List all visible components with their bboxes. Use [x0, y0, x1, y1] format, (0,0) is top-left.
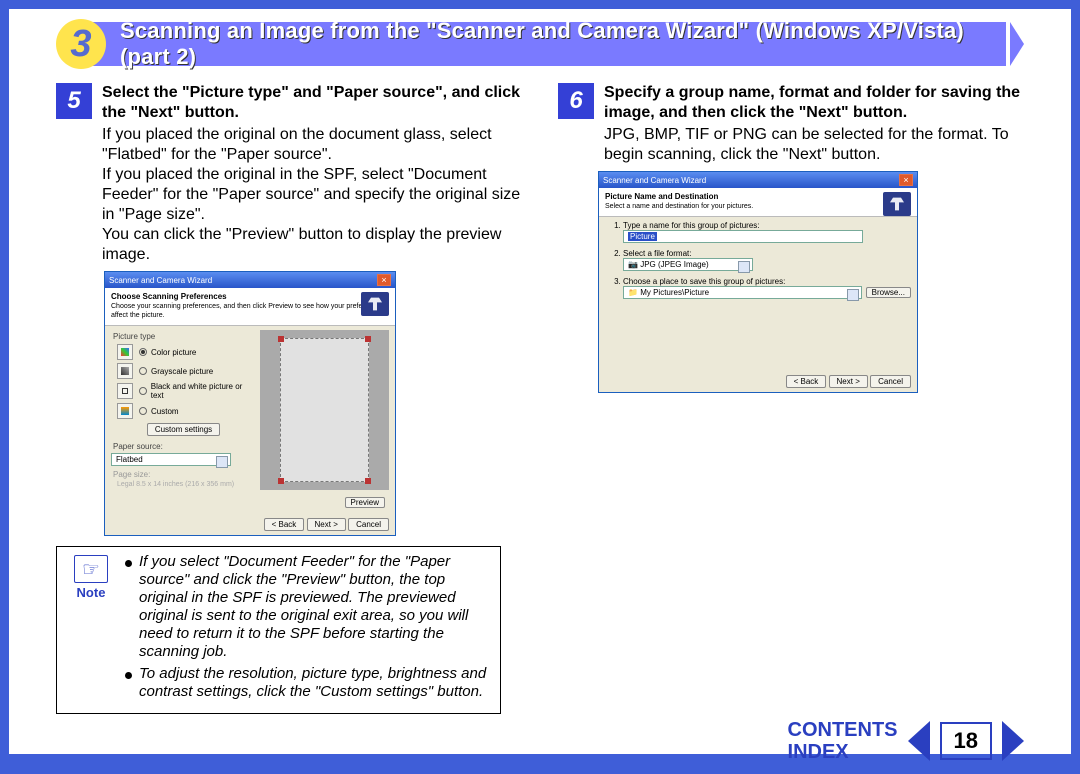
paper-source-label: Paper source: [113, 442, 256, 451]
radio-custom-label: Custom [151, 407, 179, 416]
note-bullet: If you select "Document Feeder" for the … [125, 553, 490, 661]
note-label: Note [77, 585, 106, 600]
step6-heading: Specify a group name, format and folder … [604, 83, 1024, 123]
index-link[interactable]: INDEX [788, 742, 898, 762]
dialog-section-subtitle: Choose your scanning preferences, and th… [111, 303, 383, 319]
pointing-hand-icon: ☞ [74, 555, 108, 583]
radio-custom[interactable] [139, 407, 147, 415]
step-number-badge: 6 [558, 83, 594, 119]
q3-label: Choose a place to save this group of pic… [623, 277, 911, 286]
step5-text: You can click the "Preview" button to di… [102, 225, 522, 265]
step5-heading: Select the "Picture type" and "Paper sou… [102, 83, 522, 123]
scanner-icon [361, 292, 389, 316]
next-page-button[interactable] [1002, 721, 1024, 761]
chapter-badge: 3 [56, 19, 106, 69]
radio-color-label: Color picture [151, 348, 196, 357]
chapter-title: Scanning an Image from the "Scanner and … [80, 22, 1006, 66]
radio-grayscale-label: Grayscale picture [151, 367, 213, 376]
nav-links: CONTENTS INDEX [788, 720, 898, 762]
contents-link[interactable]: CONTENTS [788, 720, 898, 740]
dialog-title: Scanner and Camera Wizard [603, 176, 706, 185]
dialog-section-title: Choose Scanning Preferences [111, 292, 227, 301]
radio-bw[interactable] [139, 387, 147, 395]
dialog-section-title: Picture Name and Destination [605, 192, 718, 201]
step5-text: If you placed the original on the docume… [102, 125, 522, 165]
picture-type-label: Picture type [113, 332, 256, 341]
radio-grayscale[interactable] [139, 367, 147, 375]
note-bullet: To adjust the resolution, picture type, … [125, 665, 490, 701]
back-button[interactable]: < Back [264, 518, 305, 531]
bw-icon [117, 383, 133, 399]
note-box: ☞ Note If you select "Document Feeder" f… [56, 546, 501, 714]
dialog-screenshot: Scanner and Camera Wizard × Picture Name… [598, 171, 918, 393]
back-button[interactable]: < Back [786, 375, 827, 388]
cancel-button[interactable]: Cancel [348, 518, 389, 531]
step5-text: If you placed the original in the SPF, s… [102, 165, 522, 225]
radio-bw-label: Black and white picture or text [151, 382, 256, 400]
group-name-input[interactable]: Picture [623, 230, 863, 243]
next-button[interactable]: Next > [829, 375, 868, 388]
scanner-icon [883, 192, 911, 216]
paper-source-select[interactable]: Flatbed [111, 453, 231, 466]
dialog-title: Scanner and Camera Wizard [109, 276, 212, 285]
q2-label: Select a file format: [623, 249, 911, 258]
file-format-select[interactable]: 📷 JPG (JPEG Image) [623, 258, 753, 271]
page-size-label: Page size: [113, 470, 256, 479]
chevron-right-icon [1010, 22, 1024, 66]
step6-text: JPG, BMP, TIF or PNG can be selected for… [604, 125, 1024, 165]
folder-select[interactable]: 📁 My Pictures\Picture [623, 286, 862, 299]
next-button[interactable]: Next > [307, 518, 346, 531]
color-icon [117, 344, 133, 360]
page-number: 18 [940, 722, 992, 760]
prev-page-button[interactable] [908, 721, 930, 761]
step-number-badge: 5 [56, 83, 92, 119]
dialog-screenshot: Scanner and Camera Wizard × Choose Scann… [104, 271, 396, 536]
title-bar: 3 Scanning an Image from the "Scanner an… [56, 19, 1024, 69]
close-icon: × [899, 174, 913, 186]
q1-label: Type a name for this group of pictures: [623, 221, 911, 230]
dialog-section-subtitle: Select a name and destination for your p… [605, 203, 753, 210]
preview-button[interactable]: Preview [345, 497, 385, 508]
cancel-button[interactable]: Cancel [870, 375, 911, 388]
custom-icon [117, 403, 133, 419]
radio-color[interactable] [139, 348, 147, 356]
close-icon: × [377, 274, 391, 286]
preview-pane: Preview [260, 330, 389, 490]
grayscale-icon [117, 363, 133, 379]
browse-button[interactable]: Browse... [866, 287, 911, 298]
custom-settings-button[interactable]: Custom settings [147, 423, 220, 436]
page-size-value: Legal 8.5 x 14 inches (216 x 356 mm) [117, 481, 256, 488]
